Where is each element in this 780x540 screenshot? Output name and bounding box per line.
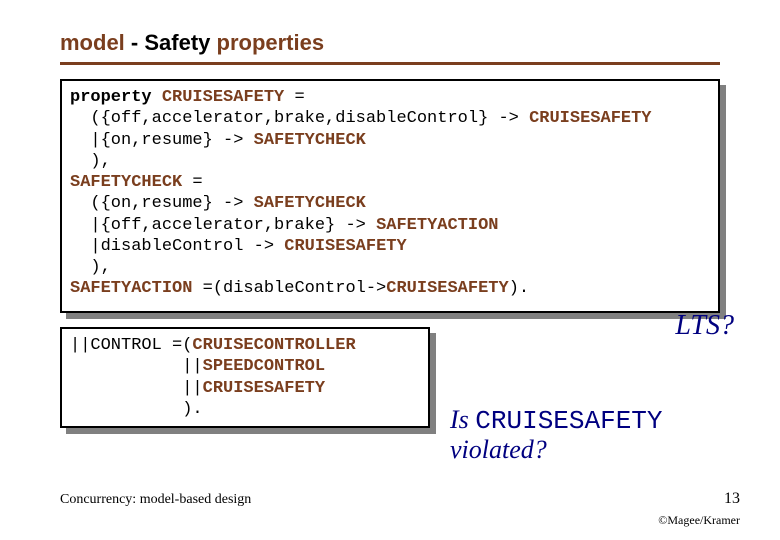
slide: model - Safety properties property CRUIS… [0,0,780,540]
title-seg-3: properties [210,30,324,55]
code1-l3a: |{on,resume} -> [70,131,254,150]
code1-l9: ), [70,258,111,277]
code-box-2-front: ||CONTROL =(CRUISECONTROLLER ||SPEEDCONT… [60,327,430,428]
tok-safetyaction-2: SAFETYACTION [70,279,192,298]
title-rule [60,62,720,65]
tok-eq-2: = [182,173,202,192]
tok-cruisesafety-5: CRUISESAFETY [203,379,325,398]
tok-cruisesafety-4: CRUISESAFETY [386,279,508,298]
q-post: violated? [450,435,547,464]
tok-safetycheck-1: SAFETYCHECK [254,131,366,150]
slide-number: 13 [724,490,740,508]
lts-annotation: LTS? [675,310,734,342]
code1-l10b: =(disableControl-> [192,279,386,298]
footer-credit: ©Magee/Kramer [658,513,740,528]
code1-l8a: |disableControl -> [70,237,284,256]
title-seg-2: - Safety [131,30,210,55]
tok-safetyaction-1: SAFETYACTION [376,216,498,235]
code2-l2a: || [70,357,203,376]
code1-l10d: ). [509,279,529,298]
code2-l3a: || [70,379,203,398]
kw-property: property [70,88,162,107]
tok-eq-1: = [284,88,304,107]
tok-safetycheck-2: SAFETYCHECK [70,173,182,192]
tok-cruisesafety-2: CRUISESAFETY [529,109,651,128]
q-mono: CRUISESAFETY [475,406,662,436]
question-annotation: Is CRUISESAFETY violated? [450,406,663,464]
code-box-1-front: property CRUISESAFETY = ({off,accelerato… [60,79,720,313]
code-box-2: ||CONTROL =(CRUISECONTROLLER ||SPEEDCONT… [60,327,430,428]
q-pre: Is [450,405,475,434]
code2-l4: ). [70,400,203,419]
tok-cruisesafety-1: CRUISESAFETY [162,88,284,107]
code-box-1: property CRUISESAFETY = ({off,accelerato… [60,79,720,313]
code2-l1a: ||CONTROL =( [70,336,192,355]
tok-safetycheck-3: SAFETYCHECK [254,194,366,213]
tok-speedcontrol: SPEEDCONTROL [203,357,325,376]
code1-l4: ), [70,152,111,171]
tok-cruisecontroller: CRUISECONTROLLER [192,336,355,355]
title-seg-1: model [60,30,131,55]
code1-l7a: |{off,accelerator,brake} -> [70,216,376,235]
code1-l6a: ({on,resume} -> [70,194,254,213]
tok-cruisesafety-3: CRUISESAFETY [284,237,406,256]
code1-l2a: ({off,accelerator,brake,disableControl} … [70,109,529,128]
page-title: model - Safety properties [60,30,720,56]
footer-left: Concurrency: model-based design [60,492,251,508]
